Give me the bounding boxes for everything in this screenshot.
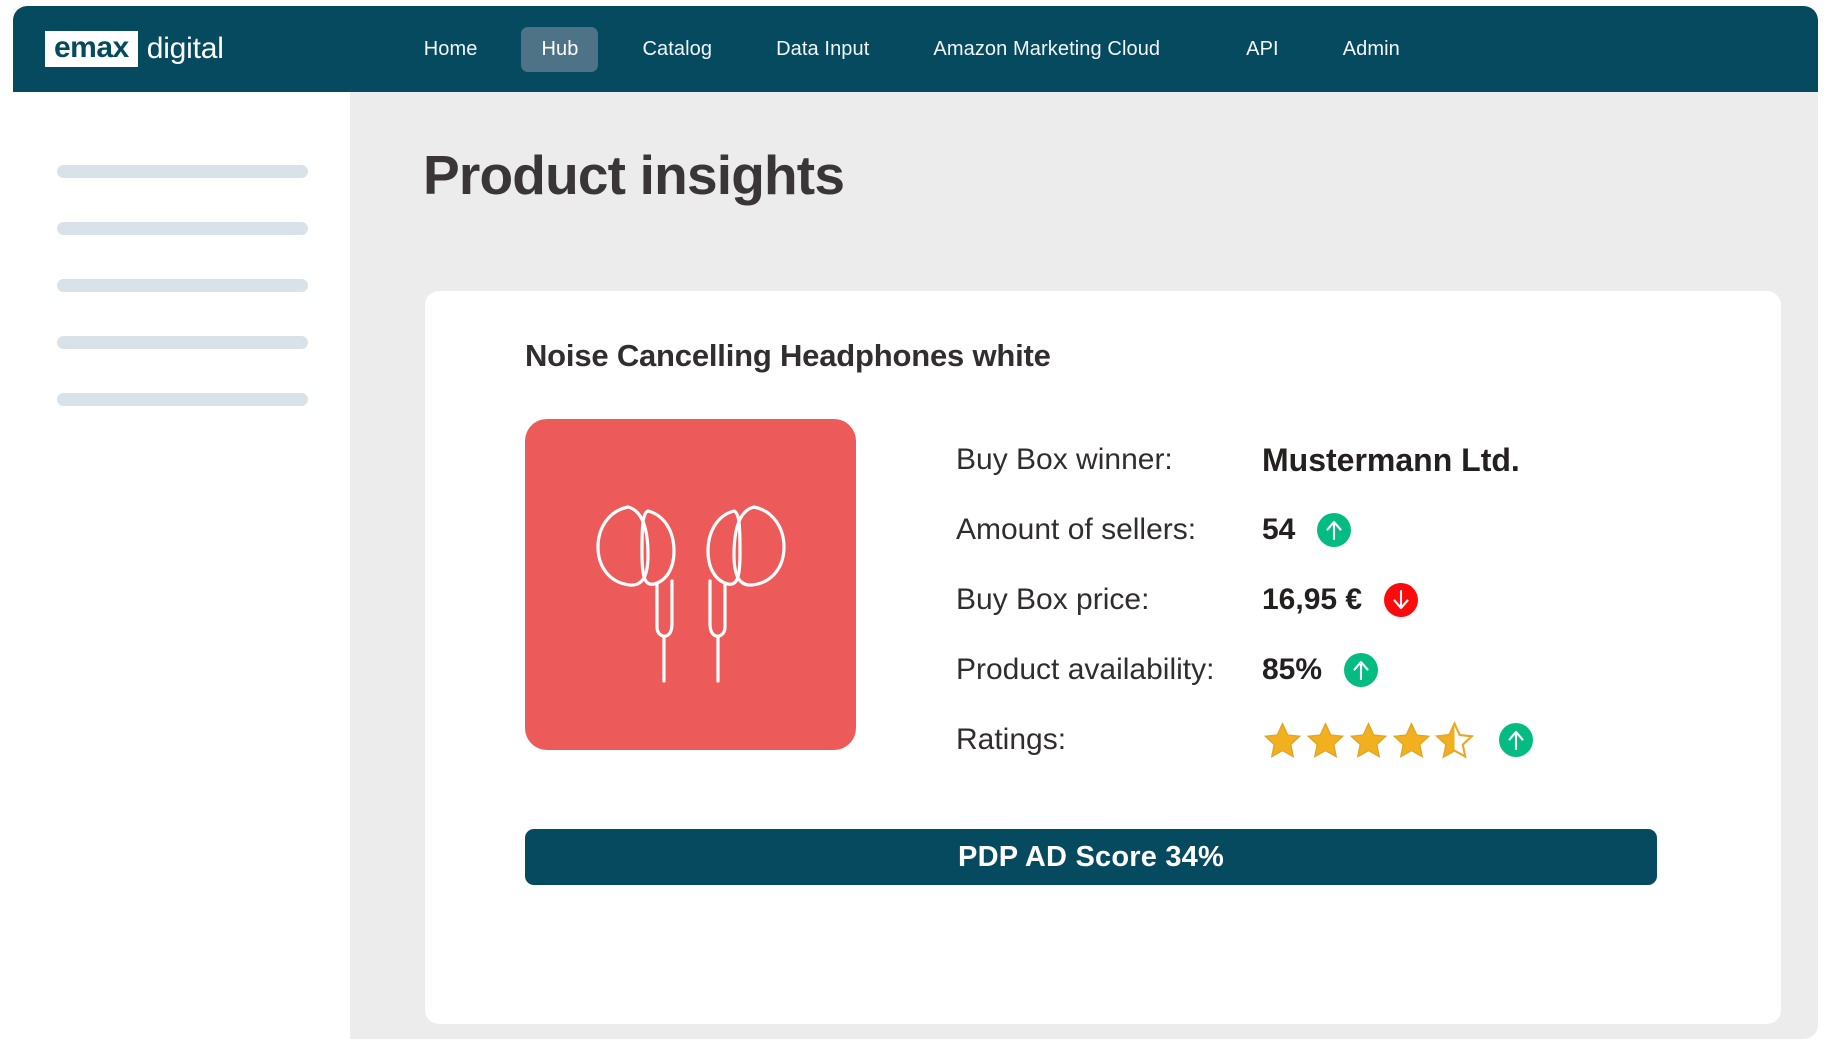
- stat-value-product-availability: 85%: [1262, 653, 1323, 686]
- arrow-up-icon: [1499, 723, 1533, 757]
- product-insight-card: Noise Cancelling Headphones white Buy Bo…: [425, 291, 1781, 1024]
- star-filled-icon: [1306, 721, 1345, 758]
- nav-item-hub[interactable]: Hub: [521, 26, 599, 72]
- star-half-icon: [1434, 720, 1475, 759]
- stat-row-product-availability: Product availability: 85%: [956, 635, 1533, 705]
- page-title: Product insights: [423, 144, 845, 206]
- top-navigation-bar: emax digital Home Hub Catalog Data Input…: [13, 6, 1818, 92]
- arrow-up-icon: [1344, 653, 1379, 687]
- brand-logo-mark: emax: [45, 31, 138, 67]
- main-nav: Home Hub Catalog Data Input Amazon Marke…: [404, 26, 1444, 72]
- stat-label: Product availability:: [956, 653, 1215, 686]
- arrow-down-icon: [1384, 583, 1419, 617]
- stat-row-ratings: Ratings:: [956, 705, 1533, 775]
- stat-label: Buy Box winner:: [956, 443, 1173, 476]
- product-thumbnail[interactable]: [525, 419, 856, 750]
- stat-value-amount-of-sellers: 54: [1262, 513, 1296, 546]
- nav-item-home[interactable]: Home: [404, 27, 498, 72]
- nav-item-admin[interactable]: Admin: [1323, 27, 1420, 72]
- nav-item-api[interactable]: API: [1226, 27, 1299, 72]
- stat-row-buy-box-price: Buy Box price: 16,95 €: [956, 565, 1533, 635]
- stat-value-buy-box-price: 16,95 €: [1262, 583, 1363, 616]
- arrow-up-icon: [1317, 513, 1352, 547]
- rating-stars[interactable]: [1262, 720, 1477, 760]
- content-area: Product insights Noise Cancelling Headph…: [350, 92, 1818, 1039]
- brand-logo[interactable]: emax digital: [45, 6, 224, 92]
- sidebar-placeholder-bar: [57, 393, 308, 406]
- stat-label: Ratings:: [956, 723, 1067, 756]
- stat-row-amount-of-sellers: Amount of sellers: 54: [956, 495, 1533, 565]
- nav-item-amazon-marketing-cloud[interactable]: Amazon Marketing Cloud: [913, 27, 1180, 72]
- sidebar: [13, 92, 350, 1039]
- sidebar-placeholder-bar: [57, 222, 308, 235]
- nav-item-catalog[interactable]: Catalog: [622, 27, 732, 72]
- sidebar-placeholder-bar: [57, 165, 308, 178]
- stat-label: Amount of sellers:: [956, 513, 1197, 546]
- stat-row-buy-box-winner: Buy Box winner: Mustermann Ltd.: [956, 425, 1533, 495]
- star-filled-icon: [1263, 721, 1302, 758]
- product-card-body: Buy Box winner: Mustermann Ltd. Amount o…: [525, 419, 1781, 775]
- pdp-ad-score-button[interactable]: PDP AD Score 34%: [525, 829, 1657, 885]
- nav-item-data-input[interactable]: Data Input: [756, 27, 889, 72]
- stat-label: Buy Box price:: [956, 583, 1150, 616]
- pdp-ad-score-label: PDP AD Score 34%: [958, 840, 1224, 873]
- star-filled-icon: [1392, 721, 1431, 758]
- sidebar-placeholder-bar: [57, 279, 308, 292]
- product-stats: Buy Box winner: Mustermann Ltd. Amount o…: [956, 419, 1533, 775]
- brand-logo-word: digital: [146, 32, 224, 65]
- star-filled-icon: [1349, 721, 1388, 758]
- app-window: emax digital Home Hub Catalog Data Input…: [13, 6, 1818, 1039]
- stat-value-buy-box-winner: Mustermann Ltd.: [1262, 441, 1520, 478]
- product-title: Noise Cancelling Headphones white: [525, 338, 1051, 373]
- earbuds-icon: [595, 504, 786, 683]
- sidebar-placeholder-bar: [57, 336, 308, 349]
